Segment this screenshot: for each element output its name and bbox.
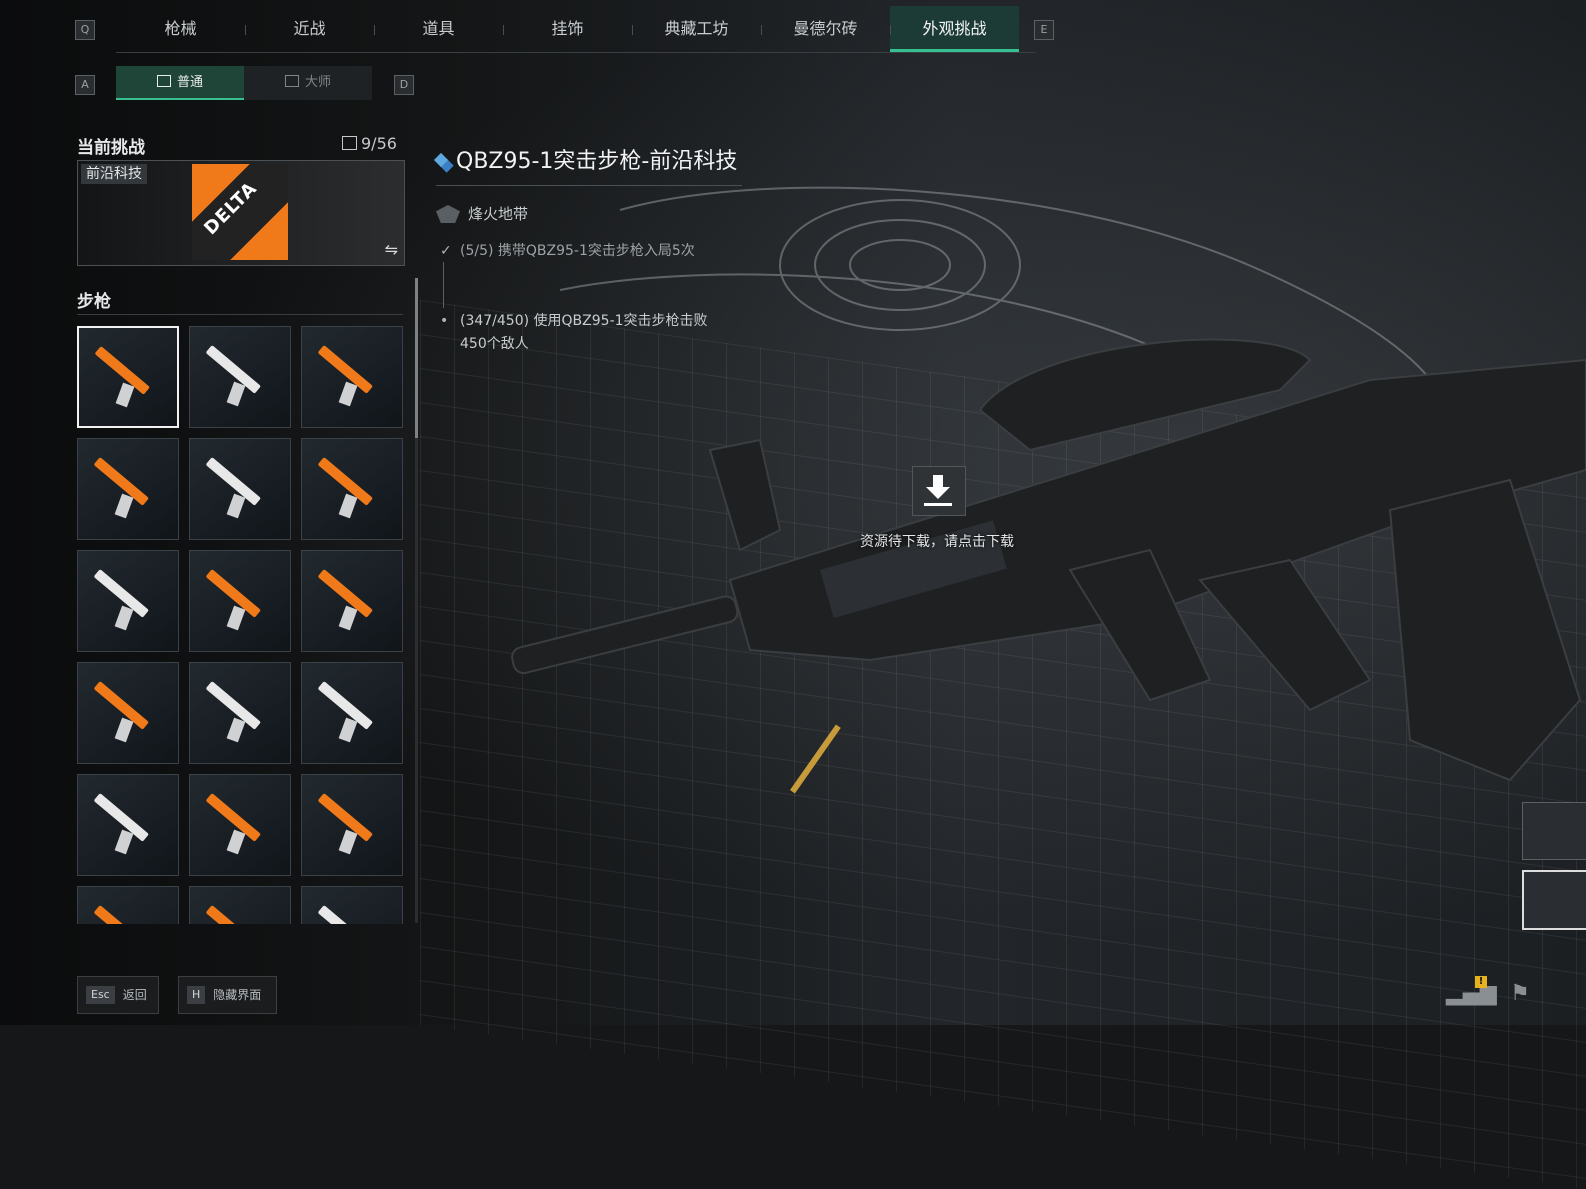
side-preview-thumbnail[interactable] <box>1522 870 1586 930</box>
topographic-lines <box>560 186 1460 431</box>
back-button[interactable]: Esc 返回 <box>77 976 159 1014</box>
check-icon: ✓ <box>440 243 452 259</box>
subtab-normal[interactable]: 普通 <box>116 66 244 100</box>
skin-thumbnail[interactable] <box>301 438 403 540</box>
skin-thumbnail[interactable] <box>301 326 403 428</box>
current-challenge-card[interactable]: 前沿科技 DELTA ⇋ <box>77 160 405 266</box>
game-mode: 烽火地带 <box>436 203 528 224</box>
bullet-icon: • <box>440 313 449 329</box>
delta-logo: DELTA <box>192 164 288 260</box>
skin-thumbnail[interactable] <box>301 550 403 652</box>
task-text: (5/5) 携带QBZ95-1突击步枪入局5次 <box>460 243 695 259</box>
sub-tabs: 普通 大师 <box>116 66 372 100</box>
weapon-skin-title-text: QBZ95-1突击步枪-前沿科技 <box>456 149 738 174</box>
task-text: (347/450) 使用QBZ95-1突击步枪击败450个敌人 <box>460 313 708 352</box>
tabs-divider <box>116 52 1036 53</box>
download-button[interactable] <box>912 466 966 516</box>
esc-key-hint: Esc <box>86 986 115 1004</box>
swap-icon[interactable]: ⇋ <box>385 240 398 259</box>
challenge-progress-counter: 9/56 <box>342 134 397 153</box>
side-preview-thumbnail[interactable] <box>1522 802 1586 860</box>
image-icon <box>284 75 299 87</box>
download-icon-head <box>926 487 950 499</box>
tab-appearance-challenge[interactable]: 外观挑战 <box>890 6 1019 52</box>
back-label: 返回 <box>122 988 147 1002</box>
skin-thumbnail[interactable] <box>77 550 179 652</box>
next-tab-key-hint[interactable]: E <box>1034 20 1054 40</box>
alert-badge: ! <box>1475 976 1487 988</box>
weapon-skin-title: QBZ95-1突击步枪-前沿科技 <box>433 143 738 175</box>
tab-guns[interactable]: 枪械 <box>116 6 245 52</box>
title-divider <box>436 185 742 186</box>
download-icon-base <box>924 503 952 506</box>
skin-thumbnail[interactable] <box>189 326 291 428</box>
mode-emblem-icon <box>436 205 460 223</box>
skin-thumbnail[interactable] <box>77 438 179 540</box>
tab-charms[interactable]: 挂饰 <box>503 6 632 52</box>
skin-thumbnail[interactable] <box>77 886 179 924</box>
skin-thumbnail[interactable] <box>189 550 291 652</box>
skin-thumbnail[interactable] <box>77 326 179 428</box>
category-divider <box>77 314 403 315</box>
image-icon <box>156 75 171 87</box>
category-heading: 步枪 <box>77 292 111 312</box>
prev-tab-key-hint[interactable]: Q <box>75 20 95 40</box>
prev-subtab-key-hint[interactable]: A <box>75 75 95 95</box>
h-key-hint: H <box>187 986 206 1004</box>
skin-thumbnail[interactable] <box>189 774 291 876</box>
flag-icon[interactable]: ⚑ <box>1506 980 1534 1008</box>
skin-grid <box>77 326 403 924</box>
skin-thumbnail[interactable] <box>77 662 179 764</box>
current-challenge-heading: 当前挑战 <box>77 138 145 158</box>
hide-ui-label: 隐藏界面 <box>213 988 262 1002</box>
tab-collection-workshop[interactable]: 典藏工坊 <box>632 6 761 52</box>
tab-mandel-brick[interactable]: 曼德尔砖 <box>761 6 890 52</box>
image-icon <box>342 136 357 150</box>
skin-thumbnail[interactable] <box>301 662 403 764</box>
delta-logo-text: DELTA <box>200 177 262 240</box>
main-tabs: 枪械 近战 道具 挂饰 典藏工坊 曼德尔砖 外观挑战 <box>116 6 1019 52</box>
card-tag: 前沿科技 <box>81 164 147 184</box>
subtab-master-label: 大师 <box>304 75 331 90</box>
stats-chart-icon[interactable]: ▂▄▆ <box>1446 980 1497 1008</box>
task-connector <box>443 262 444 308</box>
skin-thumbnail[interactable] <box>301 886 403 924</box>
subtab-normal-label: 普通 <box>176 75 203 90</box>
challenge-task-in-progress: • (347/450) 使用QBZ95-1突击步枪击败450个敌人 <box>440 310 730 356</box>
skin-thumbnail[interactable] <box>189 662 291 764</box>
game-mode-label: 烽火地带 <box>468 205 529 223</box>
download-prompt[interactable]: 资源待下载，请点击下载 <box>860 531 1014 551</box>
next-subtab-key-hint[interactable]: D <box>394 75 414 95</box>
challenge-progress-value: 9/56 <box>361 134 397 153</box>
skin-list-scroll-thumb[interactable] <box>415 278 418 438</box>
hide-ui-button[interactable]: H 隐藏界面 <box>178 976 277 1014</box>
skin-thumbnail[interactable] <box>77 774 179 876</box>
subtab-master[interactable]: 大师 <box>244 66 372 100</box>
skin-thumbnail[interactable] <box>189 886 291 924</box>
tab-items[interactable]: 道具 <box>374 6 503 52</box>
tab-melee[interactable]: 近战 <box>245 6 374 52</box>
skin-thumbnail[interactable] <box>301 774 403 876</box>
challenge-task-completed: ✓ (5/5) 携带QBZ95-1突击步枪入局5次 <box>440 240 730 263</box>
top-nav: Q 枪械 近战 道具 挂饰 典藏工坊 曼德尔砖 外观挑战 E <box>0 0 1586 54</box>
rarity-gem-icon <box>433 152 449 168</box>
skin-thumbnail[interactable] <box>189 438 291 540</box>
